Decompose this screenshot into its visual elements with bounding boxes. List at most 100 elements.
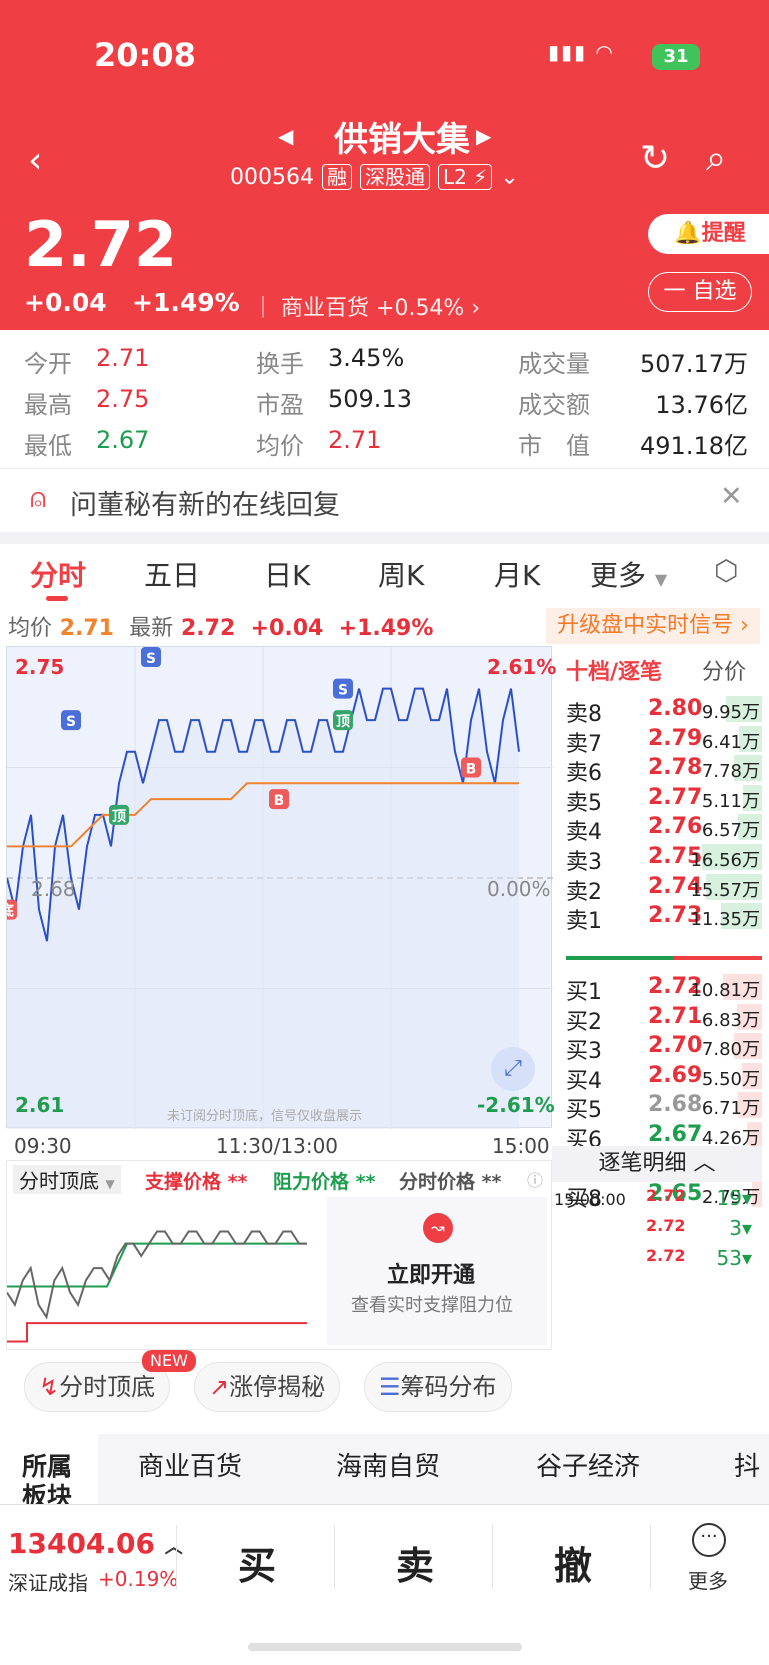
ask-row[interactable]: 卖1 2.73 11.35万 — [566, 901, 762, 935]
price-change: +0.04 — [24, 288, 107, 317]
home-indicator — [248, 1643, 522, 1651]
sector-item-3[interactable]: 抖 — [734, 1446, 760, 1483]
indicator-select[interactable]: 分时顶底 ▼ — [13, 1165, 121, 1194]
chip-limit-up[interactable]: ↗涨停揭秘 — [194, 1362, 341, 1412]
ask-row[interactable]: 卖6 2.78 7.78万 — [566, 753, 762, 786]
level-volume: 6.83万 — [701, 1009, 760, 1031]
tab-monthly-k[interactable]: 月K — [494, 554, 540, 594]
bid-row[interactable]: 买1 2.72 10.81万 — [566, 972, 762, 1005]
chevron-down-icon[interactable]: ⌄ — [500, 165, 518, 190]
orderbook-title[interactable]: 十档/逐笔 — [566, 654, 662, 686]
chart-watermark: 未订阅分时顶底，信号仅收盘展示 — [167, 1109, 363, 1124]
sell-button[interactable]: 卖 — [396, 1535, 434, 1590]
level-volume: 6.57万 — [701, 820, 760, 842]
ask-row[interactable]: 卖5 2.77 5.11万 — [566, 783, 762, 816]
close-icon[interactable]: ✕ — [720, 481, 743, 512]
bid-row[interactable]: 买2 2.71 6.83万 — [566, 1002, 762, 1035]
signal-marker-label: S — [66, 714, 76, 730]
orderbook-col[interactable]: 分价 — [702, 654, 746, 686]
expand-icon[interactable]: ⤢ — [491, 1047, 535, 1091]
chip-chip-distribution[interactable]: ☰筹码分布 — [364, 1362, 512, 1412]
search-icon[interactable]: ⌕ — [706, 138, 726, 180]
x-tick-open: 09:30 — [14, 1134, 72, 1158]
back-icon[interactable]: ‹ — [28, 140, 42, 181]
industry-link[interactable]: ｜ 商业百货 +0.54% › — [252, 290, 480, 322]
sector-item-2[interactable]: 谷子经济 — [536, 1446, 640, 1483]
x-tick-mid: 11:30/13:00 — [216, 1134, 339, 1158]
avg-label: 均价 — [256, 432, 304, 460]
y-mid-left: 2.68 — [31, 877, 76, 901]
refresh-icon[interactable]: ↻ — [640, 138, 670, 179]
high-label: 最高 — [24, 391, 72, 419]
index-value[interactable]: 13404.06 ︿ — [8, 1527, 183, 1560]
y-mid-right: 0.00% — [487, 877, 551, 901]
level-volume: 7.78万 — [701, 761, 760, 783]
tab-daily-k[interactable]: 日K — [264, 554, 310, 594]
watchlist-button[interactable]: 一 自选 — [648, 272, 752, 312]
alert-button[interactable]: 🔔提醒 — [648, 214, 769, 254]
signal-marker-label: 顶 — [336, 714, 350, 730]
current-price: 2.72 — [24, 208, 177, 281]
help-icon[interactable]: ⓘ — [527, 1167, 543, 1191]
signal-marker-S: S — [141, 647, 161, 667]
battery-icon: 31 — [652, 44, 700, 70]
level-volume: 10.81万 — [690, 980, 760, 1001]
signal-marker-label: B — [466, 762, 477, 778]
sector-item-0[interactable]: 商业百货 — [138, 1446, 242, 1483]
cancel-button[interactable]: 撤 — [554, 1535, 592, 1590]
intraday-chart-svg: SSSBB顶顶底 — [7, 647, 553, 1129]
cta-box[interactable]: ↝ 立即开通 查看实时支撑阻力位 — [327, 1197, 547, 1345]
ask-row[interactable]: 卖2 2.74 15.57万 — [566, 872, 762, 905]
level-price: 2.76 — [648, 814, 703, 840]
index-pct: +0.19% — [98, 1567, 179, 1591]
ask-row[interactable]: 卖7 2.79 6.41万 — [566, 724, 762, 757]
level-volume: 5.11万 — [701, 790, 760, 812]
y-top-left: 2.75 — [15, 655, 65, 679]
ask-row[interactable]: 卖4 2.76 6.57万 — [566, 812, 762, 845]
level-price: 2.79 — [648, 725, 703, 751]
upgrade-signal-button[interactable]: 升级盘中实时信号 › — [546, 608, 760, 644]
ask-row[interactable]: 卖3 2.75 16.56万 — [566, 842, 762, 875]
level-price: 2.67 — [648, 1122, 703, 1147]
bid-row[interactable]: 买4 2.69 5.50万 — [566, 1061, 762, 1094]
signal-marker-label: S — [338, 683, 348, 699]
stock-code: 000564 — [230, 164, 314, 190]
bid-row[interactable]: 买3 2.70 7.80万 — [566, 1031, 762, 1064]
sector-list: 商业百货 海南自贸 谷子经济 抖 — [98, 1434, 769, 1504]
trade-row: 2.72 3▾ — [554, 1214, 758, 1245]
intraday-chart[interactable]: SSSBB顶顶底 2.75 2.61% 2.68 0.00% 2.61 -2.6… — [6, 646, 556, 1129]
signal-marker-底: 底 — [7, 899, 17, 920]
level-volume: 6.41万 — [701, 731, 760, 753]
signal-wifi-icon: ▮▮▮ ◠ — [548, 40, 615, 64]
resist-label: 阻力价格 ** — [273, 1171, 376, 1193]
tab-weekly-k[interactable]: 周K — [378, 554, 424, 594]
level-label: 卖1 — [566, 909, 602, 935]
indicator-panel: 分时顶底 ▼ 支撑价格 ** 阻力价格 ** 分时价格 ** ⓘ ↝ 立即开通 … — [6, 1160, 552, 1350]
next-stock-icon[interactable]: ▶ — [476, 124, 491, 148]
bid-row[interactable]: 买5 2.68 6.71万 — [566, 1090, 762, 1123]
sector-item-1[interactable]: 海南自贸 — [336, 1446, 440, 1483]
more-label[interactable]: 更多 — [688, 1565, 728, 1594]
signal-marker-label: 顶 — [112, 809, 126, 825]
notice-bar[interactable]: ⍝ 问董秘有新的在线回复 ✕ — [0, 468, 769, 532]
tab-intraday[interactable]: 分时 — [30, 554, 86, 594]
level-price: 2.70 — [648, 1033, 703, 1059]
trade-time: 15:00:00 — [554, 1190, 626, 1209]
trades-toggle[interactable]: 逐笔明细 ︿ — [552, 1146, 762, 1182]
open-label: 今开 — [24, 350, 72, 378]
amount-value: 13.76亿 — [655, 391, 748, 419]
signal-marker-B: B — [461, 757, 481, 778]
trade-volume: 3▾ — [729, 1216, 752, 1240]
buy-button[interactable]: 买 — [238, 1535, 276, 1590]
x-tick-close: 15:00 — [492, 1134, 550, 1158]
price-area — [7, 688, 519, 1129]
signal-marker-label: B — [274, 793, 285, 809]
ask-row[interactable]: 卖8 2.80 9.95万 — [566, 694, 762, 727]
more-icon[interactable]: ··· — [692, 1523, 726, 1557]
tab-five-day[interactable]: 五日 — [144, 554, 200, 594]
settings-icon[interactable]: ⬡ — [714, 554, 738, 587]
tab-more[interactable]: 更多 ▼ — [590, 554, 667, 594]
trade-price: 2.72 — [646, 1246, 686, 1265]
signal-marker-label: S — [146, 651, 156, 667]
level-price: 2.80 — [648, 696, 703, 721]
